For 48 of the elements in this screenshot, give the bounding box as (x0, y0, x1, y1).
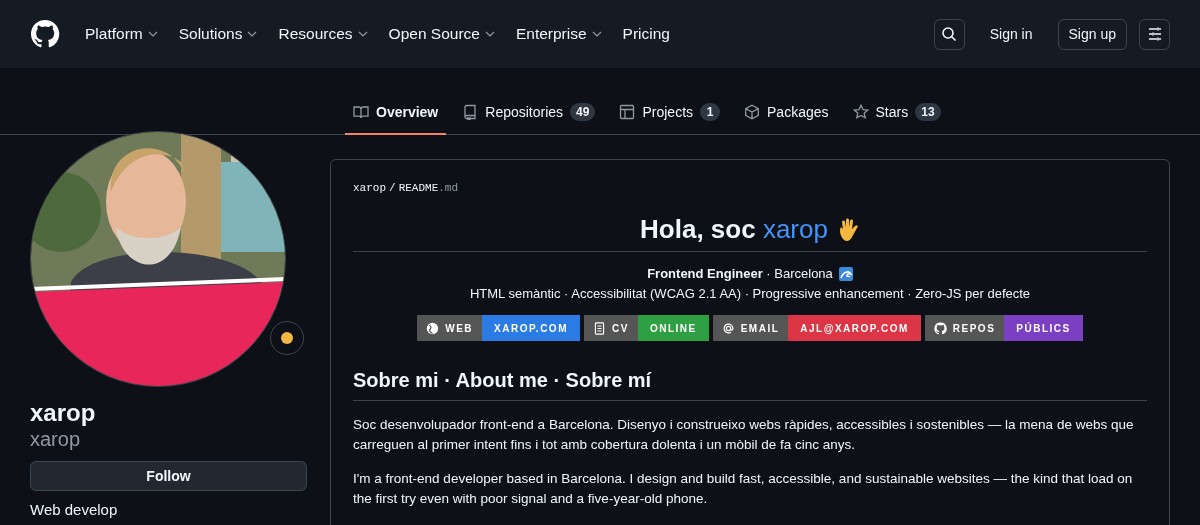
package-icon (744, 104, 761, 120)
readme-heading: Hola, soc xarop (640, 214, 828, 245)
github-logo-icon[interactable] (30, 19, 60, 49)
profile-tab[interactable]: Stars 13 (844, 91, 949, 135)
nav-menu[interactable]: Enterprise (512, 25, 606, 43)
follow-button[interactable]: Follow (30, 461, 307, 491)
emoji-icon (281, 332, 293, 344)
path-file: README.md (398, 182, 459, 194)
github-icon (933, 321, 947, 335)
settings-button[interactable] (1139, 18, 1170, 50)
wave-icon (838, 266, 853, 281)
profile-bio: Web develop (30, 501, 119, 518)
document-icon (593, 321, 606, 335)
section-heading: Sobre mi · About me · Sobre mí (353, 369, 1147, 401)
nav-menu[interactable]: Solutions (175, 25, 262, 43)
paragraph: I'm a front-end developer based in Barcelona. I design and build fast, accessible, and sustainable websites — the kind that load on the first try even with poor signal and a five-year-old phone. (353, 470, 1134, 508)
nav-menu[interactable]: Resources (275, 25, 372, 43)
path-owner[interactable]: xarop (353, 182, 386, 194)
profile-tab[interactable]: Overview (345, 91, 447, 135)
skills-line: HTML semàntic · Accessibilitat (WCAG 2.1 AA) · Progressive enhancement · Zero-JS per defecte (468, 286, 1032, 301)
counter-badge: 49 (570, 103, 596, 121)
nav-menu[interactable]: Pricing (619, 25, 673, 43)
sliders-icon (1146, 26, 1163, 42)
profile-link[interactable]: xarop (762, 214, 828, 244)
search-button[interactable] (933, 18, 965, 50)
profile-name: xarop (30, 399, 97, 427)
search-icon (941, 26, 958, 42)
paragraph: Soc desenvolupador front-end a Barcelona. Disenyo i construeixo webs ràpides, accessibles i sostenibles — la mena de webs que carreguen al primer intent fins i tot amb cobertura dolenta i un mòbil de fa cinc anys. (353, 416, 1135, 454)
path-separator: / (389, 182, 396, 194)
nav-menu[interactable]: Platform (82, 25, 162, 43)
star-icon (852, 104, 869, 120)
sign-in-link[interactable]: Sign in (976, 18, 1046, 50)
status-button[interactable] (270, 321, 304, 355)
counter-badge: 13 (915, 103, 941, 121)
profile-tab[interactable]: Packages (736, 91, 837, 135)
counter-badge: 1 (700, 103, 721, 121)
at-sign-icon (721, 321, 735, 335)
profile-tab[interactable]: Projects 1 (611, 91, 729, 135)
waving-hand-icon (837, 217, 860, 242)
profile-username: xarop (30, 427, 82, 451)
sign-up-button[interactable]: Sign up (1057, 18, 1127, 50)
table-icon (619, 104, 636, 120)
repo-icon (462, 104, 479, 120)
profile-tab[interactable]: Repositories 49 (454, 91, 604, 135)
tagline: Frontend Engineer · Barcelona (647, 266, 833, 281)
nav-menu[interactable]: Open Source (385, 25, 499, 43)
globe-icon (426, 321, 440, 335)
book-icon (353, 104, 369, 120)
